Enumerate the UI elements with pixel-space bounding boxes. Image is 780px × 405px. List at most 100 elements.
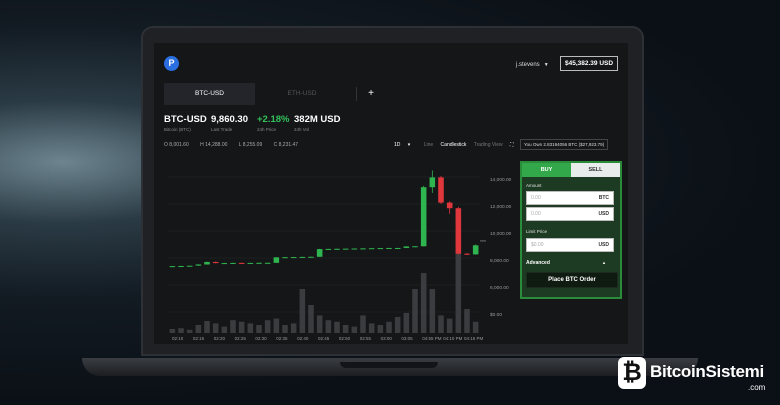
volume-bar — [247, 323, 254, 333]
chevron-up-icon: ▲ — [602, 260, 606, 265]
chevron-down-icon: ▾ — [407, 142, 411, 148]
volume-bar — [342, 325, 349, 333]
amount-usd-input[interactable]: 0.00 USD — [526, 207, 614, 221]
candle — [264, 262, 271, 264]
chart-type-trading-view[interactable]: Trading View — [474, 142, 503, 148]
stat-value: 382M USD — [294, 114, 341, 125]
x-tick-label: 02:25 — [235, 336, 247, 341]
chart-type-line[interactable]: Line — [424, 142, 433, 148]
limit-price-input[interactable]: $0.00 USD — [526, 238, 614, 252]
price-chart[interactable]: 14,000.00 12,000.00 10,000.00 8,000.00 6,000… — [160, 157, 516, 344]
placeholder-text: 0.00 — [531, 211, 541, 217]
volume-bar — [316, 315, 323, 333]
volume-bar — [377, 325, 384, 333]
volume-bar — [273, 318, 280, 333]
volume-bar — [420, 273, 427, 333]
add-tab-icon[interactable]: + — [364, 83, 378, 105]
volume-bar — [394, 317, 401, 333]
x-tick-label: 03:05 — [401, 336, 413, 341]
user-menu[interactable]: j.stevens ▼ — [516, 62, 549, 68]
candle — [394, 247, 401, 249]
tab-btc-usd[interactable]: BTC-USD — [164, 83, 255, 105]
ohlc-open: O 8,001.60 — [164, 142, 189, 148]
candle — [334, 248, 340, 250]
x-tick-label: 02:40 — [297, 336, 309, 341]
stat-last-trade: 9,860.30 Last Trade — [211, 114, 248, 132]
market-tabs: BTC-USD ETH-USD + — [164, 83, 628, 105]
tab-buy[interactable]: BUY — [522, 163, 571, 177]
candle — [204, 261, 210, 265]
volume-bar — [351, 326, 358, 333]
volume-bar — [195, 325, 202, 333]
y-tick-label: 8,000.00 — [490, 258, 509, 264]
volume-bar — [446, 318, 453, 333]
x-tick-label: 02:45 — [318, 336, 330, 341]
x-tick-label: 04:55 PM — [422, 336, 442, 341]
app-logo-icon[interactable]: P — [164, 56, 179, 71]
candle — [212, 261, 219, 264]
interval-select[interactable]: 1D ▾ — [394, 142, 416, 148]
y-tick-label: $0.00 — [490, 312, 502, 318]
tab-divider — [356, 87, 357, 101]
volume-bar — [464, 309, 470, 333]
volume-bar — [403, 313, 410, 333]
place-order-button[interactable]: Place BTC Order — [526, 272, 618, 288]
tab-eth-usd[interactable]: ETH-USD — [256, 83, 348, 105]
x-tick-label: 02:10 — [172, 336, 184, 341]
volume-bar — [455, 253, 462, 333]
volume-bar — [438, 315, 444, 333]
volume-bar — [386, 321, 392, 333]
placeholder-text: $0.00 — [531, 242, 544, 248]
volume-bar — [238, 321, 245, 333]
holdings-text: You Own 2.83194056 BTC ($27,923.79) — [520, 139, 609, 150]
volume-bar — [360, 315, 366, 333]
volume-bar — [429, 289, 436, 333]
stat-value: +2.18% — [257, 114, 290, 125]
candle — [403, 246, 410, 248]
x-tick-label: 02:20 — [214, 336, 226, 341]
stat-24h-vol: 382M USD 24h Vol — [294, 114, 340, 132]
candle — [351, 248, 358, 250]
candle — [342, 248, 349, 250]
candle — [446, 202, 453, 209]
laptop-notch — [340, 362, 438, 368]
volume-bar — [299, 289, 306, 333]
placeholder-text: 0.00 — [531, 195, 541, 201]
chart-type-candlestick[interactable]: Candlestick — [441, 142, 467, 148]
candle — [299, 256, 306, 258]
stat-value: BTC-USD — [164, 114, 207, 125]
candle — [230, 262, 236, 264]
volume-bar — [282, 325, 288, 333]
fullscreen-icon[interactable]: ⛶ — [510, 142, 514, 148]
tab-sell[interactable]: SELL — [571, 163, 620, 177]
watermark-name: BitcoinSistemi — [650, 362, 764, 381]
candle — [290, 257, 297, 259]
candle — [308, 256, 314, 258]
volume-bar — [212, 323, 219, 333]
advanced-toggle[interactable]: Advanced ▲ — [526, 260, 612, 266]
ohlc-high: H 14,288.00 — [200, 142, 228, 148]
volume-bar — [221, 326, 228, 333]
x-tick-label: 03:00 — [381, 336, 393, 341]
candle — [221, 263, 228, 265]
y-tick-label: 14,000.00 — [490, 177, 512, 183]
candle — [273, 257, 280, 263]
stat-label: Last Trade — [211, 127, 233, 132]
stat-label: 24h Price — [257, 127, 277, 132]
balance-badge[interactable]: $45,382.39 USD — [560, 56, 619, 71]
volume-bar — [334, 321, 340, 333]
candle — [282, 257, 288, 259]
y-tick-label: 6,000.00 — [490, 285, 509, 291]
username: j.stevens — [516, 62, 540, 68]
volume-bar — [308, 305, 314, 333]
amount-btc-input[interactable]: 0.00 BTC — [526, 191, 614, 205]
volume-bar — [472, 321, 479, 333]
candle — [377, 248, 384, 250]
x-tick-label: 04:15 PM — [464, 336, 484, 341]
candle — [256, 262, 262, 264]
stat-pair: BTC-USD Bitcoin (BTC) — [164, 114, 207, 132]
candle — [169, 266, 176, 268]
chart-controls: 1D ▾ Line Candlestick Trading View ⛶ — [394, 142, 520, 148]
candle — [438, 177, 444, 203]
volume-bar — [325, 320, 332, 333]
